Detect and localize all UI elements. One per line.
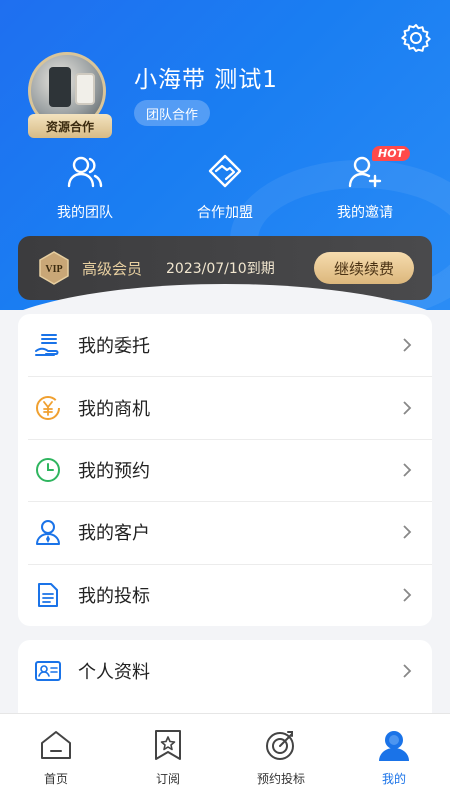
chevron-right-icon [403,338,412,352]
menu-item-label: 我的预约 [78,460,150,482]
menu-item-bid[interactable]: 我的投标 [18,563,432,626]
yuan-icon [36,395,60,420]
target-icon [266,731,294,760]
menu-item-appointment[interactable]: 我的预约 [18,438,432,501]
menu-item-customer[interactable]: 我的客户 [18,501,432,563]
vip-expire-date: 2023/07/10到期 [166,261,275,277]
chevron-right-icon [403,463,412,477]
chevron-right-icon [403,525,412,539]
bottom-tab-bar: 首页 订阅 预约投标 我的 [0,713,450,800]
quick-action-invite[interactable]: HOT 我的邀请 [310,146,420,222]
avatar-wrap[interactable]: 资源合作 [28,52,114,138]
menu-item-label: 我的客户 [78,523,150,545]
settings-gear-icon[interactable] [400,22,432,54]
chevron-right-icon [403,588,412,602]
vip-level: 高级会员 [82,260,143,278]
menu-item-entrust[interactable]: 我的委托 [18,314,432,376]
tab-home[interactable]: 首页 [0,728,112,787]
menu-item-label: 个人资料 [78,662,150,684]
quick-action-label: 合作加盟 [197,205,253,221]
chevron-right-icon [403,400,412,415]
chevron-right-icon [403,664,412,678]
tab-label: 订阅 [155,772,180,786]
bid-document-icon [38,582,58,607]
team-icon [67,156,103,188]
menu-card: 我的委托 我的商机 我的预约 我的客户 我的投标 [18,314,432,626]
tab-mine[interactable]: 我的 [338,728,450,787]
vip-badge-icon: VIP [39,251,69,285]
handshake-icon [208,154,242,188]
menu-item-label: 我的委托 [78,336,150,358]
menu-item-profile[interactable]: 个人资料 [18,640,432,702]
quick-action-franchise[interactable]: 合作加盟 [170,152,280,222]
menu-item-label: 我的投标 [78,585,150,607]
team-tag[interactable]: 团队合作 [134,100,211,126]
svg-text:VIP: VIP [45,264,62,275]
user-name: 小海带 测试1 [134,67,278,93]
bookmark-star-icon [155,730,181,760]
tab-label: 首页 [43,772,68,786]
profile-header: 资源合作 小海带 测试1 团队合作 我的团队 合作加盟 HOT 我的邀请 VIP [0,0,450,310]
id-card-icon [35,661,61,682]
avatar-badge: 资源合作 [28,114,112,138]
home-icon [41,731,71,759]
person-icon [379,731,409,761]
quick-action-team[interactable]: 我的团队 [30,152,140,222]
tab-subscribe[interactable]: 订阅 [112,728,224,787]
hot-badge: HOT [372,146,411,161]
quick-action-label: 我的邀请 [337,205,393,221]
tab-label: 我的 [381,772,406,786]
menu-item-label: 我的商机 [78,398,150,420]
quick-action-label: 我的团队 [57,205,113,221]
menu-item-business[interactable]: 我的商机 [18,376,432,438]
tab-appointment-bid[interactable]: 预约投标 [225,728,337,787]
entrust-icon [35,334,59,357]
tab-label: 预约投标 [256,772,305,786]
customer-icon [36,520,60,546]
renew-button[interactable]: 继续续费 [314,252,414,284]
clock-icon [36,457,60,482]
